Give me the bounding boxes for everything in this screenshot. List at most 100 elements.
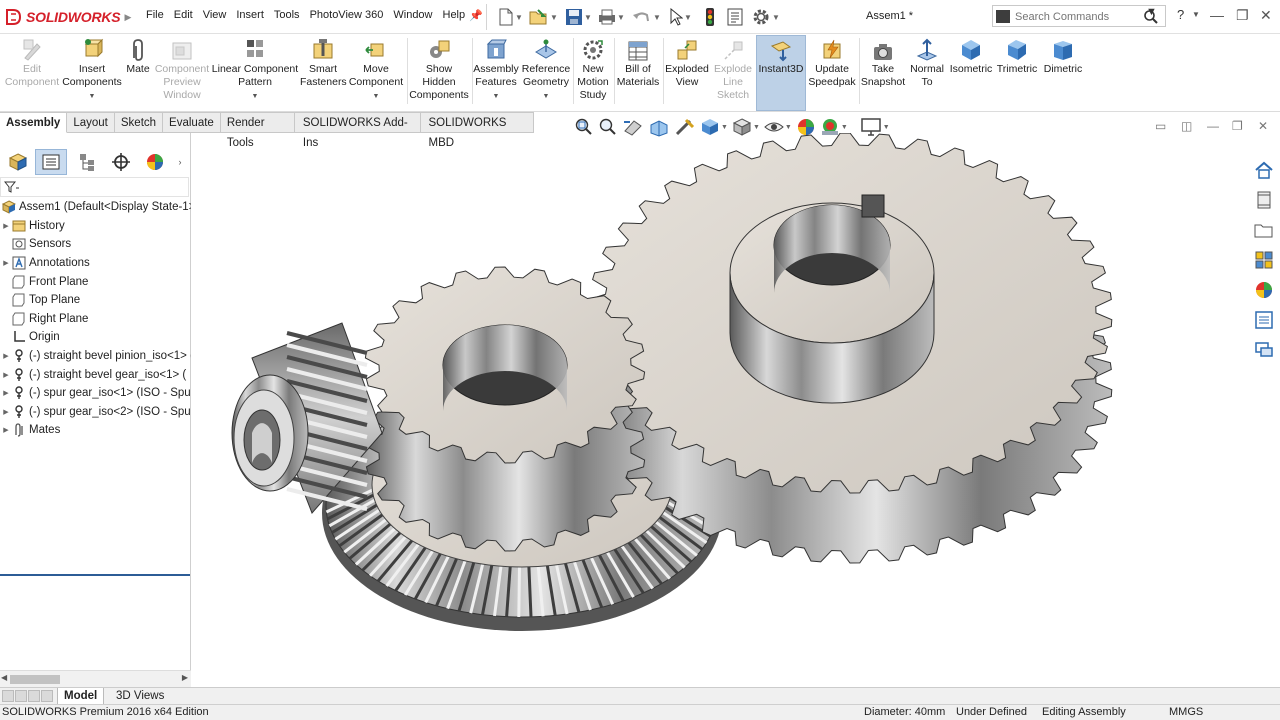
design-library-button[interactable] bbox=[1250, 187, 1278, 213]
component-preview-button[interactable]: Component Preview Window bbox=[152, 36, 212, 102]
chevron-right-icon[interactable]: ▶ bbox=[124, 12, 131, 23]
chevron-down-icon[interactable]: ▼ bbox=[520, 90, 572, 103]
move-component-button[interactable]: Move Component ▼ bbox=[348, 36, 404, 103]
print-button[interactable]: ▼ bbox=[598, 6, 625, 28]
tree-item-annotations[interactable]: ▶ Annotations bbox=[0, 254, 191, 273]
new-motion-study-button[interactable]: New Motion Study bbox=[574, 36, 612, 102]
instant3d-button[interactable]: Instant3D bbox=[756, 36, 806, 76]
update-speedpak-button[interactable]: Update Speedpak bbox=[808, 36, 856, 89]
scroll-right-icon[interactable]: ▶ bbox=[182, 673, 188, 682]
chevron-down-icon[interactable]: ▼ bbox=[348, 90, 404, 103]
take-snapshot-button[interactable]: Take Snapshot bbox=[860, 36, 906, 89]
solidworks-resources-button[interactable] bbox=[1250, 157, 1278, 183]
chevron-down-icon[interactable]: ▼ bbox=[721, 124, 728, 131]
mate-button[interactable]: Mate bbox=[123, 36, 153, 76]
tab-navigation[interactable] bbox=[2, 690, 54, 702]
select-button[interactable]: ▼ bbox=[669, 6, 692, 28]
tab-mbd[interactable]: SOLIDWORKS MBD bbox=[420, 112, 534, 149]
chevron-down-icon[interactable]: ▼ bbox=[653, 13, 661, 22]
menu-help[interactable]: Help bbox=[443, 9, 466, 21]
expand-arrow-icon[interactable]: ▶ bbox=[0, 352, 12, 360]
chevron-down-icon[interactable]: ▼ bbox=[617, 13, 625, 22]
forum-button[interactable] bbox=[1250, 337, 1278, 363]
scrollbar-thumb[interactable] bbox=[10, 675, 60, 684]
open-button[interactable]: ▼ bbox=[529, 6, 558, 28]
undo-button[interactable]: ▼ bbox=[632, 6, 661, 28]
tab-sketch[interactable]: Sketch bbox=[114, 112, 164, 133]
chevron-down-icon[interactable]: ▼ bbox=[785, 124, 792, 131]
bill-of-materials-button[interactable]: Bill of Materials bbox=[615, 36, 661, 89]
trimetric-button[interactable]: Trimetric bbox=[995, 36, 1039, 76]
tab-evaluate[interactable]: Evaluate bbox=[163, 112, 221, 133]
tab-addins[interactable]: SOLIDWORKS Add-Ins bbox=[294, 112, 421, 149]
gear-assembly-model[interactable] bbox=[231, 133, 1113, 631]
tab-feature-manager[interactable] bbox=[2, 149, 34, 175]
expand-arrow-icon[interactable]: ▶ bbox=[0, 408, 12, 416]
tree-item-right-plane[interactable]: Right Plane bbox=[0, 310, 191, 329]
dimetric-button[interactable]: Dimetric bbox=[1041, 36, 1085, 76]
close-icon[interactable]: ✕ bbox=[1260, 7, 1272, 24]
help-icon[interactable]: ? bbox=[1177, 7, 1184, 22]
scroll-left-icon[interactable]: ◀ bbox=[1, 673, 7, 682]
tree-item-spur-gear-1[interactable]: ▶ (-) spur gear_iso<1> (ISO - Spu bbox=[0, 384, 191, 403]
solidworks-logo[interactable]: SOLIDWORKS ▶ bbox=[4, 6, 131, 28]
expand-arrow-icon[interactable]: ▶ bbox=[0, 371, 12, 379]
assembly-features-button[interactable]: Assembly Features ▼ bbox=[473, 36, 519, 103]
expand-arrow-icon[interactable]: ▶ bbox=[0, 259, 12, 267]
tab-property-manager[interactable] bbox=[35, 149, 67, 175]
tree-item-front-plane[interactable]: Front Plane bbox=[0, 272, 191, 291]
tab-3d-views[interactable]: 3D Views bbox=[110, 688, 170, 705]
tree-item-spur-gear-2[interactable]: ▶ (-) spur gear_iso<2> (ISO - Spu bbox=[0, 403, 191, 422]
explode-line-sketch-button[interactable]: Explode Line Sketch bbox=[711, 36, 755, 102]
pin-icon[interactable]: 📌 bbox=[469, 9, 483, 22]
chevron-down-icon[interactable]: ▼ bbox=[473, 90, 519, 103]
chevron-down-icon[interactable]: ▼ bbox=[550, 13, 558, 22]
file-properties-button[interactable] bbox=[726, 6, 744, 28]
tab-display-manager[interactable] bbox=[139, 149, 171, 175]
normal-to-button[interactable]: Normal To bbox=[907, 36, 947, 89]
chevron-down-icon[interactable]: ▼ bbox=[211, 90, 299, 103]
expand-arrow-icon[interactable]: ▶ bbox=[0, 426, 12, 434]
horizontal-scrollbar[interactable]: ◀ ▶ bbox=[0, 670, 191, 687]
smart-fasteners-button[interactable]: Smart Fasteners bbox=[300, 36, 347, 89]
chevron-down-icon[interactable]: ▼ bbox=[883, 124, 890, 131]
tab-model[interactable]: Model bbox=[57, 688, 105, 705]
chevron-down-icon[interactable]: ▼ bbox=[684, 13, 692, 22]
viewport-restore-icon[interactable]: ❐ bbox=[1232, 119, 1243, 133]
status-units[interactable]: MMGS bbox=[1169, 705, 1203, 720]
search-input[interactable] bbox=[1015, 9, 1133, 24]
minimize-icon[interactable]: — bbox=[1210, 7, 1224, 23]
tree-item-history[interactable]: ▶ History bbox=[0, 217, 191, 236]
menu-edit[interactable]: Edit bbox=[174, 9, 193, 21]
spur-gear-small[interactable] bbox=[364, 266, 646, 552]
appearances-button[interactable] bbox=[1250, 277, 1278, 303]
insert-components-button[interactable]: Insert Components ▼ bbox=[62, 36, 122, 103]
graphics-area[interactable] bbox=[192, 133, 1247, 687]
chevron-down-icon[interactable]: ▼ bbox=[62, 90, 122, 103]
edit-component-button[interactable]: Edit Component bbox=[4, 36, 60, 89]
tab-layout[interactable]: Layout bbox=[67, 112, 115, 133]
options-button[interactable]: ▼ bbox=[751, 6, 780, 28]
menu-window[interactable]: Window bbox=[393, 9, 432, 21]
tree-item-mates[interactable]: ▶ Mates bbox=[0, 421, 191, 440]
menu-photoview[interactable]: PhotoView 360 bbox=[310, 9, 384, 21]
menu-tools[interactable]: Tools bbox=[274, 9, 300, 21]
exploded-view-button[interactable]: Exploded View bbox=[664, 36, 710, 89]
search-commands-box[interactable] bbox=[992, 5, 1166, 27]
viewport-minimize-icon[interactable]: — bbox=[1207, 119, 1219, 133]
tree-item-bevel-gear[interactable]: ▶ (-) straight bevel gear_iso<1> ( bbox=[0, 365, 191, 384]
split-viewport-icon[interactable]: ▭ bbox=[1155, 119, 1166, 133]
chevron-down-icon[interactable]: ▼ bbox=[515, 13, 523, 22]
reference-geometry-button[interactable]: Reference Geometry ▼ bbox=[520, 36, 572, 103]
chevron-down-icon[interactable]: ▼ bbox=[753, 124, 760, 131]
view-palette-button[interactable] bbox=[1250, 247, 1278, 273]
chevron-down-icon[interactable]: ▼ bbox=[841, 124, 848, 131]
link-views-icon[interactable]: ◫ bbox=[1181, 119, 1192, 133]
new-document-button[interactable]: ▼ bbox=[498, 6, 523, 28]
file-explorer-button[interactable] bbox=[1250, 217, 1278, 243]
expand-arrow-icon[interactable]: ▶ bbox=[0, 389, 12, 397]
chevron-right-icon[interactable]: › bbox=[172, 149, 188, 175]
rebuild-button[interactable] bbox=[703, 6, 717, 28]
straight-bevel-pinion[interactable] bbox=[231, 322, 383, 514]
tree-item-top-plane[interactable]: Top Plane bbox=[0, 291, 191, 310]
